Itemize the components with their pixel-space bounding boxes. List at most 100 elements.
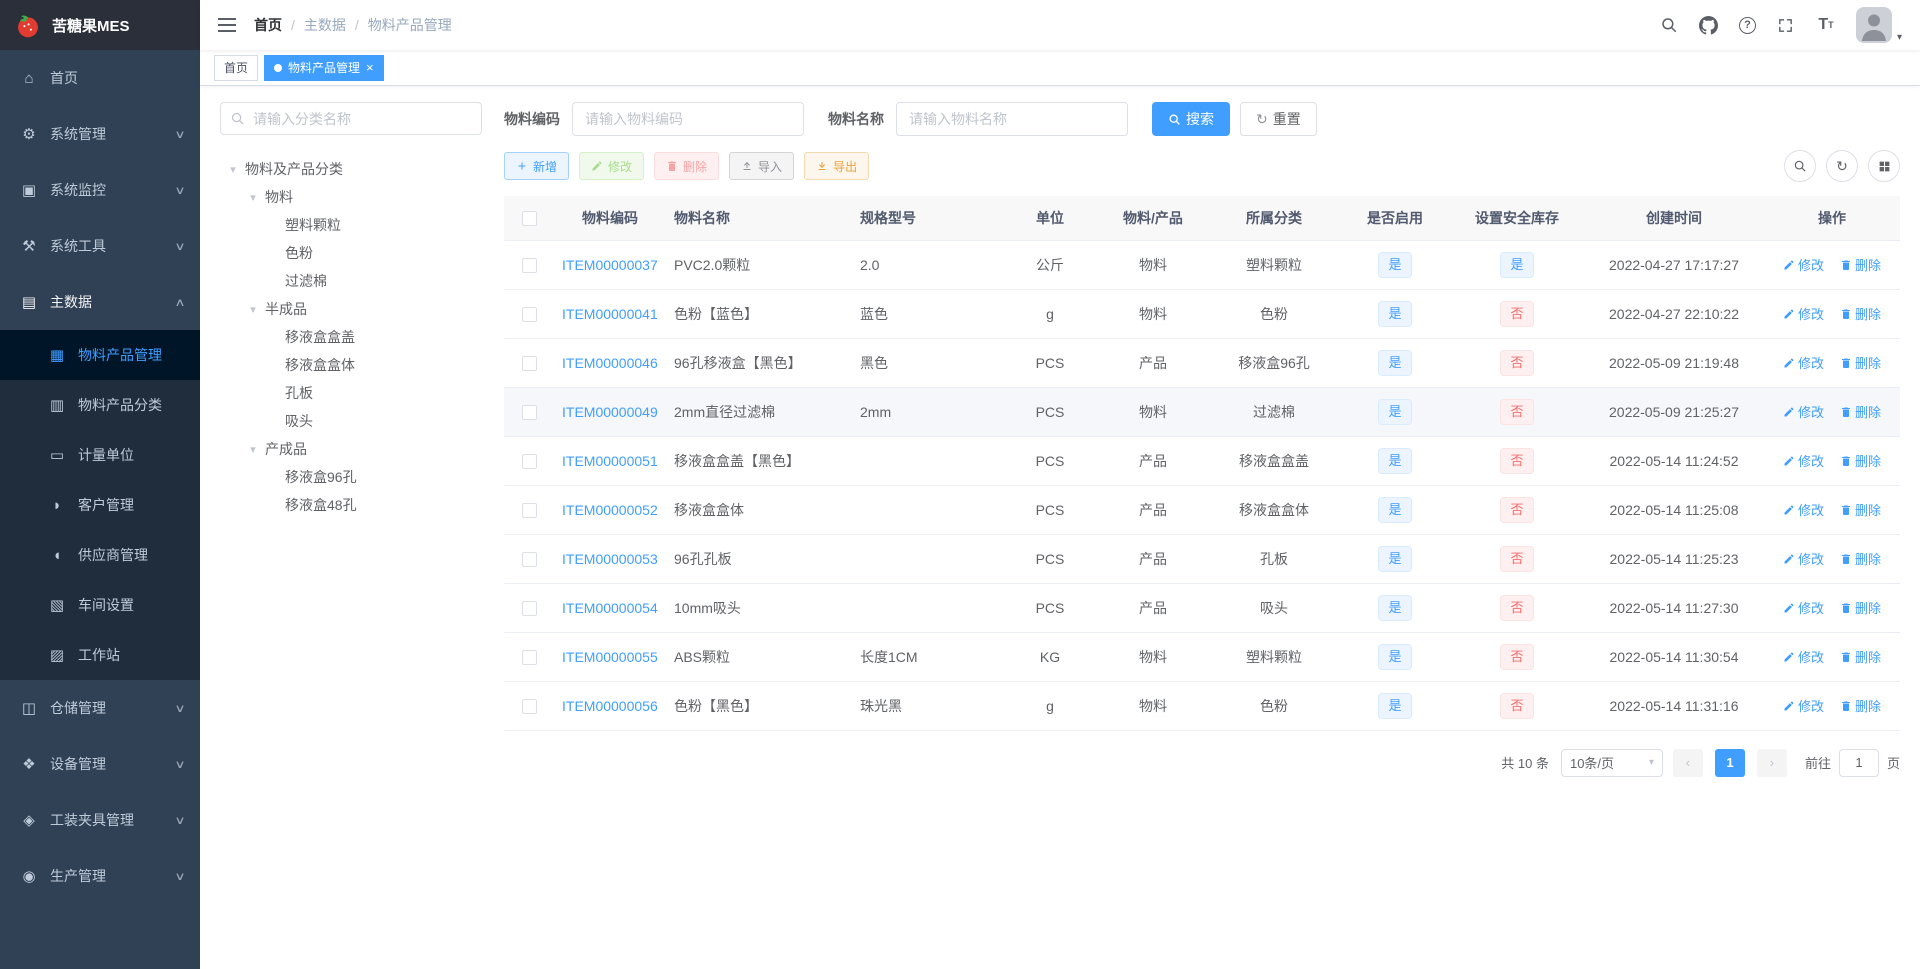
row-checkbox[interactable]: [521, 551, 537, 567]
prev-page-button[interactable]: ‹: [1672, 748, 1703, 777]
next-page-button[interactable]: ›: [1756, 748, 1787, 777]
row-checkbox[interactable]: [521, 355, 537, 371]
category-search-input[interactable]: [220, 102, 482, 135]
row-delete-button[interactable]: 删除: [1840, 598, 1881, 617]
row-delete-button[interactable]: 删除: [1840, 304, 1881, 323]
tree-node[interactable]: 吸头: [220, 407, 482, 435]
search-icon[interactable]: [1659, 15, 1679, 35]
delete-button[interactable]: 删除: [654, 152, 720, 180]
material-code-link[interactable]: ITEM00000054: [562, 600, 658, 616]
tab-home[interactable]: 首页: [214, 54, 259, 81]
row-edit-button[interactable]: 修改: [1783, 353, 1824, 372]
sidebar-item[interactable]: ▣ 系统监控 ∨: [0, 162, 200, 218]
breadcrumb-level1[interactable]: 主数据: [304, 15, 346, 35]
tree-node[interactable]: 孔板: [220, 379, 482, 407]
sidebar-item[interactable]: ▥ 物料产品分类: [0, 380, 200, 430]
tab-material-product[interactable]: 物料产品管理 ×: [264, 54, 384, 81]
sidebar-item[interactable]: ⌂ 首页: [0, 50, 200, 106]
row-delete-button[interactable]: 删除: [1840, 549, 1881, 568]
tree-node[interactable]: ▾ 物料: [220, 183, 482, 211]
row-edit-button[interactable]: 修改: [1783, 255, 1824, 274]
page-size-select[interactable]: 10条/页 ▾: [1560, 748, 1663, 777]
sidebar-item[interactable]: ▤ 主数据 ∧: [0, 274, 200, 330]
sidebar-item[interactable]: ▨ 工作站: [0, 630, 200, 680]
material-code-link[interactable]: ITEM00000049: [562, 404, 658, 420]
material-code-link[interactable]: ITEM00000037: [562, 257, 658, 273]
sidebar-item[interactable]: ⚙ 系统管理 ∨: [0, 106, 200, 162]
sidebar-item[interactable]: ◈ 工装夹具管理 ∨: [0, 792, 200, 848]
row-edit-button[interactable]: 修改: [1783, 451, 1824, 470]
fullscreen-icon[interactable]: [1776, 15, 1796, 35]
goto-page-input[interactable]: [1838, 748, 1879, 777]
row-checkbox[interactable]: [521, 306, 537, 322]
tree-node[interactable]: 移液盒盒盖: [220, 323, 482, 351]
tree-node[interactable]: 移液盒盒体: [220, 351, 482, 379]
row-edit-button[interactable]: 修改: [1783, 304, 1824, 323]
sidebar-item[interactable]: ▭ 计量单位: [0, 430, 200, 480]
row-checkbox[interactable]: [521, 404, 537, 420]
reset-button[interactable]: ↻ 重置: [1240, 102, 1317, 136]
row-checkbox[interactable]: [521, 257, 537, 273]
github-icon[interactable]: [1699, 15, 1719, 35]
sidebar-item[interactable]: ▧ 车间设置: [0, 580, 200, 630]
row-edit-button[interactable]: 修改: [1783, 647, 1824, 666]
row-delete-button[interactable]: 删除: [1840, 500, 1881, 519]
close-icon[interactable]: ×: [366, 61, 374, 74]
row-checkbox[interactable]: [521, 453, 537, 469]
row-delete-button[interactable]: 删除: [1840, 402, 1881, 421]
export-button[interactable]: 导出: [804, 152, 870, 180]
material-code-link[interactable]: ITEM00000052: [562, 502, 658, 518]
sidebar-item[interactable]: ◉ 生产管理 ∨: [0, 848, 200, 904]
tree-node[interactable]: ▾ 产成品: [220, 435, 482, 463]
user-menu[interactable]: ▾: [1855, 7, 1902, 43]
material-code-link[interactable]: ITEM00000046: [562, 355, 658, 371]
breadcrumb-home[interactable]: 首页: [254, 15, 282, 35]
row-edit-button[interactable]: 修改: [1783, 549, 1824, 568]
search-button[interactable]: 搜索: [1152, 102, 1230, 136]
tree-node[interactable]: 移液盒48孔: [220, 491, 482, 519]
material-code-link[interactable]: ITEM00000053: [562, 551, 658, 567]
row-edit-button[interactable]: 修改: [1783, 696, 1824, 715]
sidebar-item[interactable]: ❖ 设备管理 ∨: [0, 736, 200, 792]
sidebar-item[interactable]: ◗ 客户管理: [0, 480, 200, 530]
columns-button[interactable]: [1868, 150, 1900, 182]
sidebar-item[interactable]: ◖ 供应商管理: [0, 530, 200, 580]
row-checkbox[interactable]: [521, 698, 537, 714]
material-code-input[interactable]: [572, 102, 804, 136]
sidebar-item[interactable]: ⚒ 系统工具 ∨: [0, 218, 200, 274]
edit-button[interactable]: 修改: [579, 152, 645, 180]
tree-node[interactable]: 过滤棉: [220, 267, 482, 295]
app-logo[interactable]: 苦糖果MES: [0, 0, 200, 50]
tree-node[interactable]: 塑料颗粒: [220, 211, 482, 239]
row-delete-button[interactable]: 删除: [1840, 696, 1881, 715]
refresh-button[interactable]: ↻: [1826, 150, 1858, 182]
row-delete-button[interactable]: 删除: [1840, 451, 1881, 470]
row-delete-button[interactable]: 删除: [1840, 255, 1881, 274]
tree-node[interactable]: ▾ 物料及产品分类: [220, 155, 482, 183]
material-code-link[interactable]: ITEM00000051: [562, 453, 658, 469]
sidebar-toggle-button[interactable]: [214, 12, 240, 38]
row-edit-button[interactable]: 修改: [1783, 598, 1824, 617]
import-button[interactable]: 导入: [729, 152, 795, 180]
row-checkbox[interactable]: [521, 502, 537, 518]
select-all-checkbox[interactable]: [521, 211, 537, 227]
row-delete-button[interactable]: 删除: [1840, 647, 1881, 666]
tree-node[interactable]: 移液盒96孔: [220, 463, 482, 491]
sidebar-item[interactable]: ▦ 物料产品管理: [0, 330, 200, 380]
material-code-link[interactable]: ITEM00000056: [562, 698, 658, 714]
help-icon[interactable]: [1738, 16, 1756, 34]
sidebar-item[interactable]: ◫ 仓储管理 ∨: [0, 680, 200, 736]
row-checkbox[interactable]: [521, 649, 537, 665]
page-number-button[interactable]: 1: [1714, 748, 1745, 777]
row-edit-button[interactable]: 修改: [1783, 500, 1824, 519]
row-delete-button[interactable]: 删除: [1840, 353, 1881, 372]
font-size-icon[interactable]: [1816, 15, 1836, 35]
tree-node[interactable]: 色粉: [220, 239, 482, 267]
material-name-input[interactable]: [896, 102, 1128, 136]
row-checkbox[interactable]: [521, 600, 537, 616]
row-edit-button[interactable]: 修改: [1783, 402, 1824, 421]
toggle-search-button[interactable]: [1784, 150, 1816, 182]
add-button[interactable]: 新增: [504, 152, 570, 180]
material-code-link[interactable]: ITEM00000041: [562, 306, 658, 322]
tree-node[interactable]: ▾ 半成品: [220, 295, 482, 323]
